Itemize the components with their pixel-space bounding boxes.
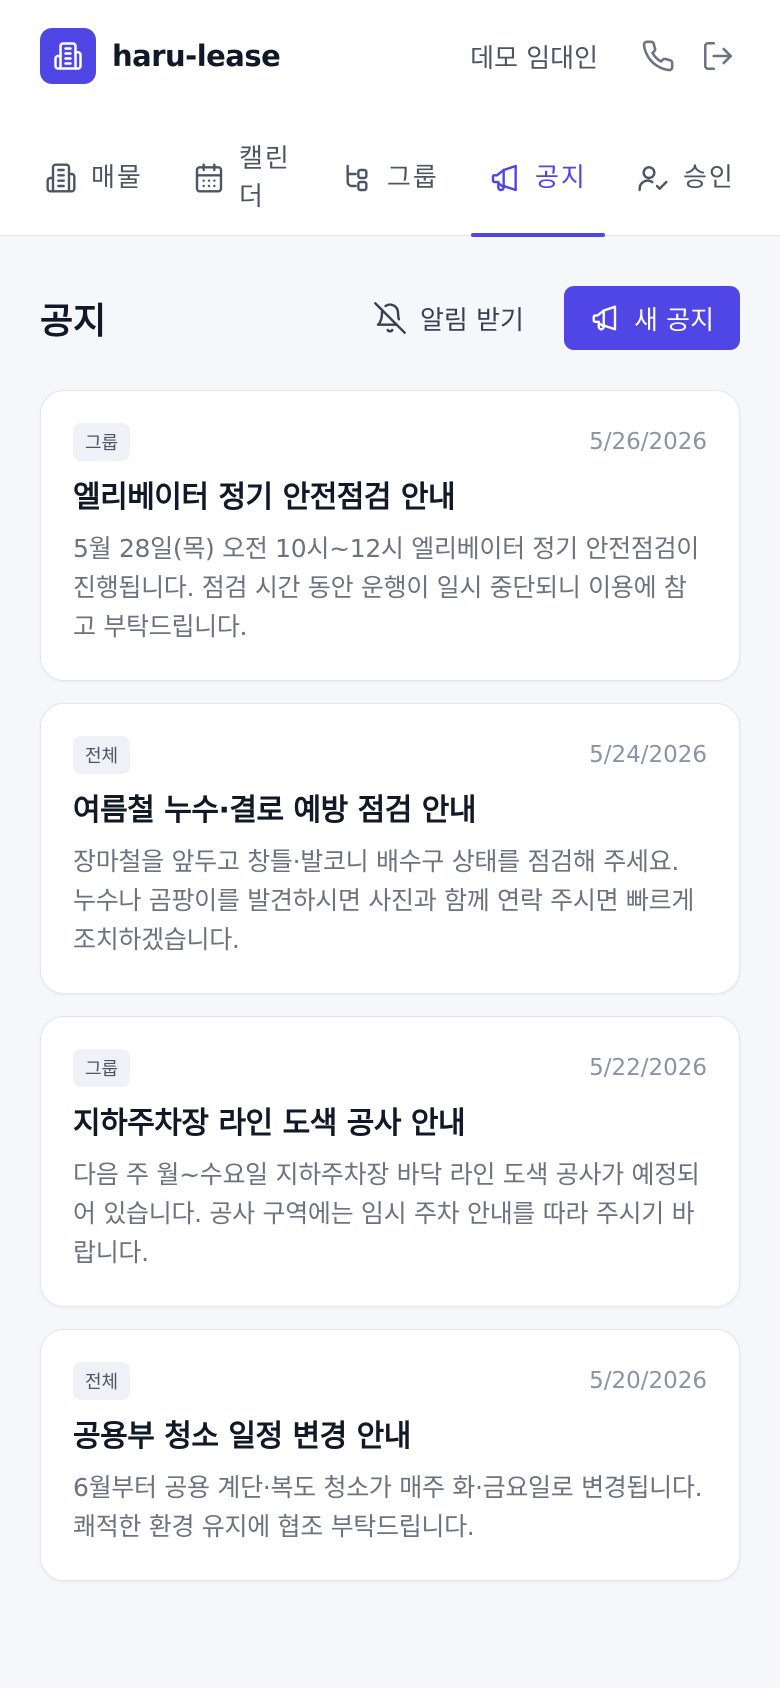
notice-meta: 그룹 5/26/2026	[73, 423, 707, 461]
app-header: haru-lease 데모 임대인	[40, 28, 740, 84]
scope-badge: 그룹	[73, 1049, 131, 1087]
scope-badge: 그룹	[73, 423, 131, 461]
scope-badge: 전체	[73, 1362, 131, 1400]
notice-title: 지하주차장 라인 도색 공사 안내	[73, 1106, 466, 1141]
tab-label: 그룹	[387, 163, 439, 193]
scope-badge: 전체	[73, 736, 131, 774]
notice-date: 5/24/2026	[589, 742, 707, 768]
tab-listings[interactable]: 매물	[27, 120, 161, 236]
notify-label: 알림 받기	[420, 305, 524, 336]
tab-label: 매물	[91, 163, 143, 193]
brand-name: haru-lease	[112, 39, 281, 73]
notice-title: 공용부 청소 일정 변경 안내	[73, 1419, 411, 1454]
main-tabs: 매물 캘린더 그룹 공지 승인	[0, 120, 780, 237]
header-actions: 데모 임대인	[470, 34, 740, 78]
tab-label: 승인	[683, 163, 735, 193]
notice-date: 5/22/2026	[589, 1055, 707, 1081]
bell-off-icon	[374, 302, 406, 334]
user-check-icon	[638, 166, 668, 192]
tab-label: 캘린더	[239, 144, 291, 212]
new-notice-label: 새 공지	[633, 305, 714, 336]
notice-list: 그룹 5/26/2026 엘리베이터 정기 안전점검 안내 5월 28일(목) …	[40, 390, 740, 1603]
notice-body: 다음 주 월~수요일 지하주차장 바닥 라인 도색 공사가 예정되어 있습니다.…	[73, 1160, 700, 1267]
logout-button[interactable]	[696, 34, 740, 78]
building-icon	[54, 42, 82, 70]
tab-groups[interactable]: 그룹	[323, 120, 457, 236]
notice-body: 6월부터 공용 계단·복도 청소가 매주 화·금요일로 변경됩니다. 쾌적한 환…	[73, 1473, 703, 1541]
notice-title: 여름철 누수·결로 예방 점검 안내	[73, 793, 476, 828]
phone-icon	[642, 40, 674, 72]
notice-title: 엘리베이터 정기 안전점검 안내	[73, 480, 456, 515]
hierarchy-icon	[346, 164, 368, 192]
user-name: 데모 임대인	[470, 43, 598, 74]
megaphone-icon	[592, 305, 617, 331]
app-logo[interactable]	[40, 28, 96, 84]
page-header: 공지 알림 받기 새 공지	[40, 286, 740, 350]
notice-meta: 전체 5/24/2026	[73, 736, 707, 774]
phone-button[interactable]	[636, 34, 680, 78]
notice-meta: 그룹 5/22/2026	[73, 1049, 707, 1087]
logout-icon	[703, 41, 733, 71]
notice-body: 장마철을 앞두고 창틀·발코니 배수구 상태를 점검해 주세요. 누수나 곰팡이…	[73, 847, 695, 954]
building-icon	[46, 163, 76, 193]
tab-notices[interactable]: 공지	[471, 120, 605, 237]
tab-approvals[interactable]: 승인	[619, 120, 753, 236]
megaphone-icon	[491, 164, 517, 192]
notice-card[interactable]: 전체 5/20/2026 공용부 청소 일정 변경 안내 6월부터 공용 계단·…	[40, 1329, 740, 1581]
notice-date: 5/26/2026	[589, 429, 707, 455]
top-bar: haru-lease 데모 임대인 매물 캘린더 그룹 공지 승인	[0, 0, 780, 237]
tab-label: 공지	[535, 163, 587, 193]
new-notice-button[interactable]: 새 공지	[563, 286, 740, 350]
tab-calendar[interactable]: 캘린더	[175, 120, 309, 236]
notice-body: 5월 28일(목) 오전 10시~12시 엘리베이터 정기 안전점검이 진행됩니…	[73, 534, 699, 641]
notice-date: 5/20/2026	[589, 1368, 707, 1394]
calendar-icon	[195, 163, 223, 193]
notice-card[interactable]: 그룹 5/22/2026 지하주차장 라인 도색 공사 안내 다음 주 월~수요…	[40, 1016, 740, 1307]
notification-subscribe-button[interactable]: 알림 받기	[348, 286, 550, 350]
page-title: 공지	[40, 301, 107, 342]
notice-card[interactable]: 그룹 5/26/2026 엘리베이터 정기 안전점검 안내 5월 28일(목) …	[40, 390, 740, 681]
notice-meta: 전체 5/20/2026	[73, 1362, 707, 1400]
notice-card[interactable]: 전체 5/24/2026 여름철 누수·결로 예방 점검 안내 장마철을 앞두고…	[40, 703, 740, 994]
